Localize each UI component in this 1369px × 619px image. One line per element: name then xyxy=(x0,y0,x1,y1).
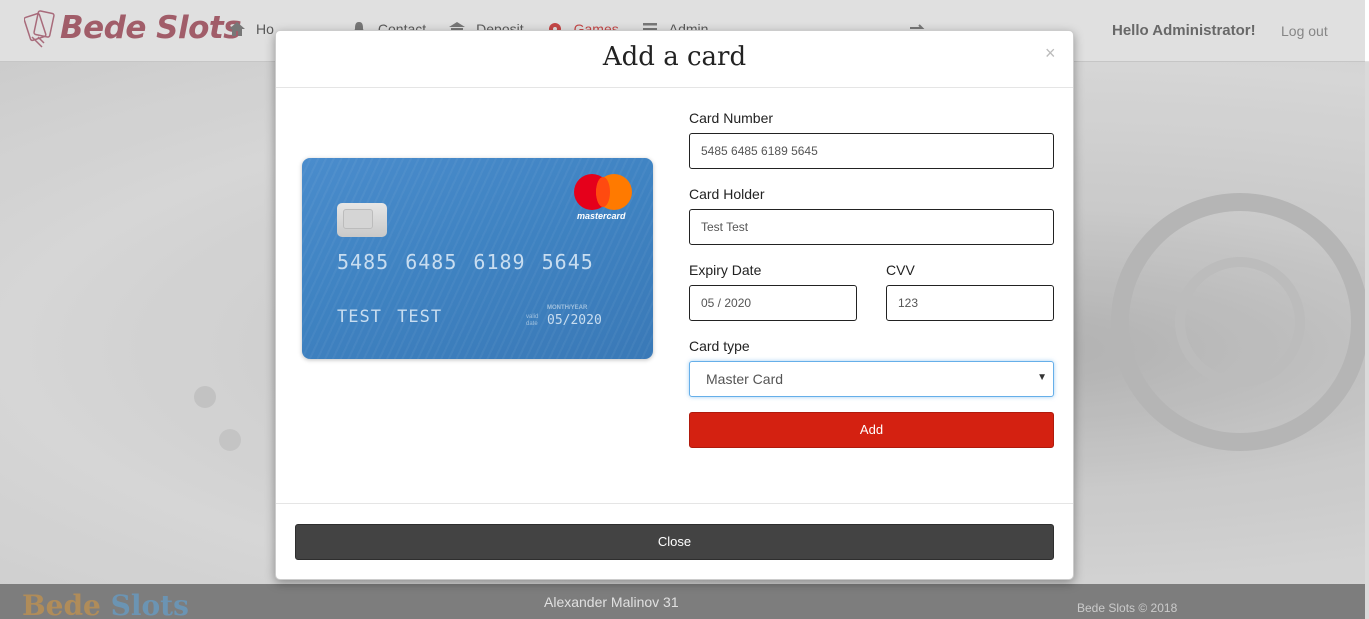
card-preview-expiry: 05/2020 xyxy=(547,313,602,328)
cvv-field[interactable] xyxy=(886,285,1054,321)
chip-icon xyxy=(337,203,387,237)
close-button[interactable]: Close xyxy=(295,524,1054,560)
mastercard-logo-icon: mastercard xyxy=(572,172,636,224)
cvv-label: CVV xyxy=(886,262,915,278)
expiry-date-label: Expiry Date xyxy=(689,262,762,278)
card-number-field[interactable] xyxy=(689,133,1054,169)
modal-title: Add a card xyxy=(602,42,747,72)
card-type-selected-value: Master Card xyxy=(706,371,784,387)
card-preview-valid-label: valid date xyxy=(526,314,539,327)
chevron-down-icon: ▼ xyxy=(1037,372,1047,383)
card-number-label: Card Number xyxy=(689,110,774,126)
expiry-date-field[interactable] xyxy=(689,285,857,321)
page-scrollbar[interactable] xyxy=(1365,62,1369,619)
card-brand-text: mastercard xyxy=(577,211,626,221)
modal-footer: Close xyxy=(276,503,1073,579)
add-card-button[interactable]: Add xyxy=(689,412,1054,448)
close-icon[interactable]: × xyxy=(1045,43,1056,64)
card-preview-holder: TEST TEST xyxy=(337,307,443,327)
card-holder-label: Card Holder xyxy=(689,186,765,202)
card-preview: mastercard 5485 6485 6189 5645 TEST TEST… xyxy=(302,158,653,359)
card-preview-month-year-label: MONTH/YEAR xyxy=(547,305,588,311)
add-card-modal: Add a card × mastercard 5485 6485 6189 5… xyxy=(275,30,1074,580)
card-type-label: Card type xyxy=(689,338,750,354)
card-type-select[interactable]: Master Card ▼ xyxy=(689,361,1054,397)
modal-header: Add a card × xyxy=(276,31,1073,88)
card-preview-number: 5485 6485 6189 5645 xyxy=(337,250,594,274)
card-holder-field[interactable] xyxy=(689,209,1054,245)
